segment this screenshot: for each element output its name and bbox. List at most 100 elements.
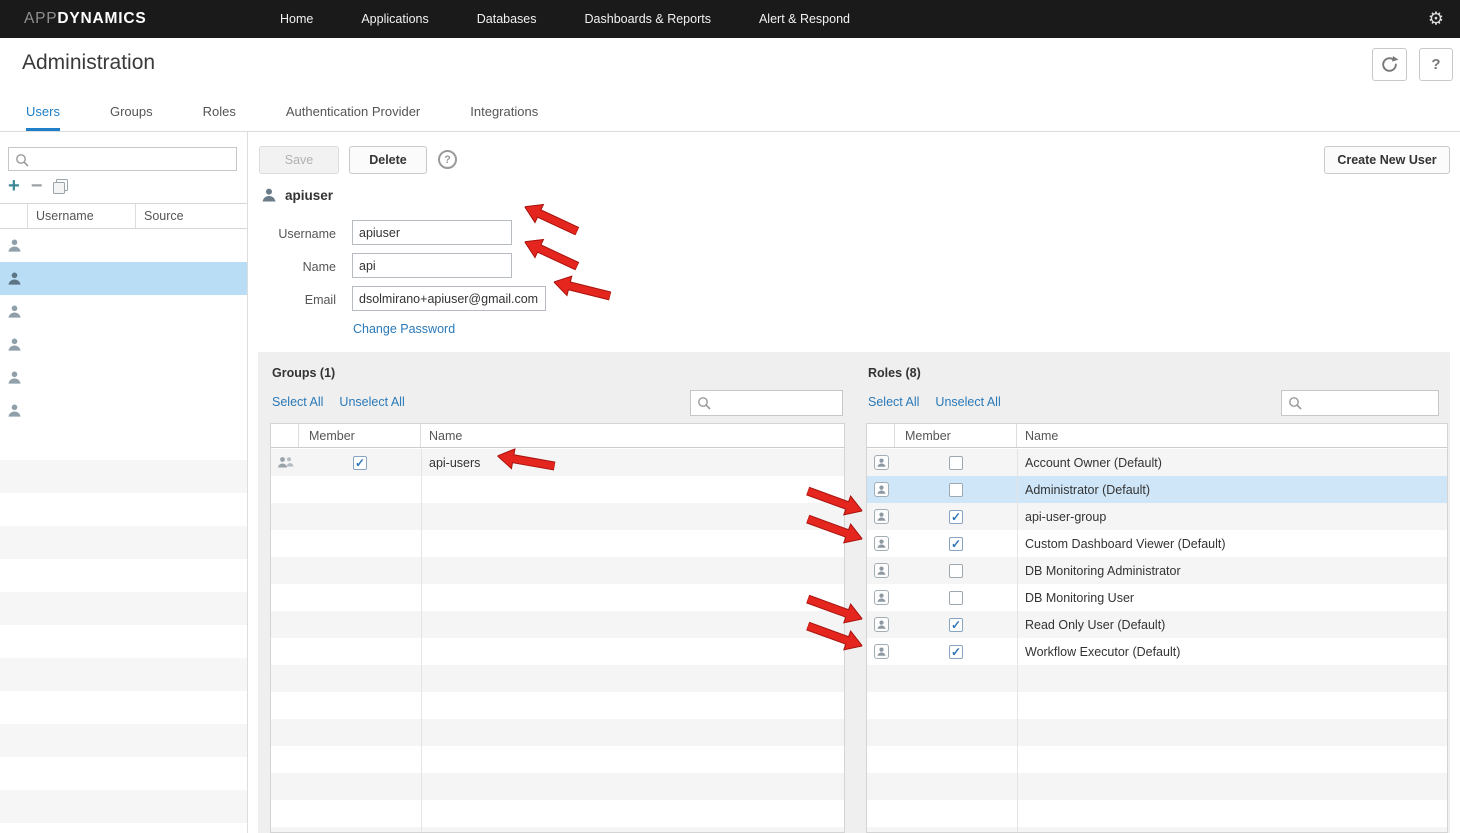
- user-search-box: [8, 147, 237, 171]
- page-title: Administration: [22, 51, 155, 75]
- save-button[interactable]: Save: [259, 146, 339, 174]
- gear-icon[interactable]: ⚙: [1428, 9, 1444, 30]
- member-checkbox[interactable]: ✓: [353, 456, 367, 470]
- row-name: api-user-group: [1017, 510, 1447, 524]
- user-icon: [0, 337, 28, 352]
- user-row[interactable]: [0, 328, 247, 361]
- change-password-link[interactable]: Change Password: [353, 322, 455, 336]
- user-list: [0, 229, 247, 833]
- tab-users[interactable]: Users: [26, 104, 60, 131]
- member-checkbox[interactable]: [949, 483, 963, 497]
- user-row[interactable]: [0, 394, 247, 427]
- icon-column-header: [867, 424, 895, 447]
- nav-applications[interactable]: Applications: [361, 12, 428, 26]
- groups-select-all-link[interactable]: Select All: [272, 395, 323, 409]
- member-checkbox[interactable]: ✓: [949, 645, 963, 659]
- member-checkbox[interactable]: [949, 456, 963, 470]
- name-input[interactable]: [352, 253, 512, 278]
- appdynamics-logo[interactable]: APPDYNAMICS: [24, 0, 147, 38]
- user-row[interactable]: [0, 229, 247, 262]
- groups-table-body: ✓api-users: [271, 449, 844, 832]
- table-row[interactable]: ✓Read Only User (Default): [867, 611, 1447, 638]
- remove-user-icon[interactable]: −: [31, 177, 43, 195]
- help-button[interactable]: ?: [1419, 48, 1453, 81]
- tab-integrations[interactable]: Integrations: [470, 104, 538, 131]
- table-row[interactable]: ✓Custom Dashboard Viewer (Default): [867, 530, 1447, 557]
- empty-user-rows: [0, 427, 247, 833]
- groups-unselect-all-link[interactable]: Unselect All: [339, 395, 404, 409]
- member-checkbox[interactable]: ✓: [949, 537, 963, 551]
- member-column-header[interactable]: Member: [895, 424, 1017, 447]
- administration-page: APPDYNAMICS Home Applications Databases …: [0, 0, 1460, 833]
- name-column-header[interactable]: Name: [1017, 429, 1447, 443]
- admin-tabs: Users Groups Roles Authentication Provid…: [0, 95, 1460, 132]
- member-checkbox[interactable]: ✓: [949, 510, 963, 524]
- groups-table: Member Name ✓api-users: [270, 423, 845, 833]
- sidebar-table-header: Username Source: [0, 203, 247, 229]
- user-detail-name: apiuser: [285, 188, 333, 203]
- table-row[interactable]: DB Monitoring User: [867, 584, 1447, 611]
- member-checkbox[interactable]: [949, 591, 963, 605]
- nav-home[interactable]: Home: [280, 12, 313, 26]
- table-row[interactable]: ✓ Workflow Executor (Default): [867, 638, 1447, 665]
- tab-groups[interactable]: Groups: [110, 104, 153, 131]
- user-icon: [0, 238, 28, 253]
- logo-prefix: APP: [24, 10, 57, 28]
- table-row[interactable]: DB Monitoring Administrator: [867, 557, 1447, 584]
- user-search-input[interactable]: [9, 148, 236, 170]
- row-name: Workflow Executor (Default): [1017, 645, 1447, 659]
- groups-panel-links: Select All Unselect All: [272, 395, 405, 409]
- email-label: Email: [241, 293, 336, 307]
- groups-search-box: [690, 390, 843, 416]
- member-checkbox[interactable]: [949, 564, 963, 578]
- row-name: DB Monitoring User: [1017, 591, 1447, 605]
- create-new-user-button[interactable]: Create New User: [1324, 146, 1450, 174]
- table-row[interactable]: ✓api-users: [271, 449, 844, 476]
- top-nav-bar: APPDYNAMICS Home Applications Databases …: [0, 0, 1460, 38]
- email-input[interactable]: [352, 286, 546, 311]
- sidebar-toolbar: + −: [8, 176, 68, 196]
- roles-panel-links: Select All Unselect All: [868, 395, 1001, 409]
- name-label: Name: [241, 260, 336, 274]
- refresh-button[interactable]: [1372, 48, 1407, 81]
- role-icon: [867, 509, 895, 524]
- source-column-header[interactable]: Source: [136, 209, 247, 223]
- table-row[interactable]: Administrator (Default): [867, 476, 1447, 503]
- user-icon: [0, 304, 28, 319]
- member-column-header[interactable]: Member: [299, 424, 421, 447]
- row-name: Account Owner (Default): [1017, 456, 1447, 470]
- row-name: DB Monitoring Administrator: [1017, 564, 1447, 578]
- nav-dashboards-reports[interactable]: Dashboards & Reports: [585, 12, 711, 26]
- roles-search-box: [1281, 390, 1439, 416]
- nav-alert-respond[interactable]: Alert & Respond: [759, 12, 850, 26]
- member-checkbox[interactable]: ✓: [949, 618, 963, 632]
- username-column-header[interactable]: Username: [28, 204, 136, 228]
- role-icon: [867, 536, 895, 551]
- roles-search-input[interactable]: [1282, 391, 1438, 415]
- table-row[interactable]: ✓ api-user-group: [867, 503, 1447, 530]
- copy-user-icon[interactable]: [53, 179, 68, 194]
- annotation-arrow-username: [520, 196, 583, 242]
- form-help-icon[interactable]: ?: [438, 150, 457, 169]
- username-input[interactable]: [352, 220, 512, 245]
- tab-roles[interactable]: Roles: [203, 104, 236, 131]
- nav-databases[interactable]: Databases: [477, 12, 537, 26]
- roles-unselect-all-link[interactable]: Unselect All: [935, 395, 1000, 409]
- tab-authentication-provider[interactable]: Authentication Provider: [286, 104, 420, 131]
- roles-table-body: Account Owner (Default) Administrator (De…: [867, 449, 1447, 832]
- user-row-selected[interactable]: [0, 262, 247, 295]
- empty-rows: [867, 665, 1447, 832]
- user-row[interactable]: [0, 361, 247, 394]
- roles-table: Member Name Account Owner (Default) Admin…: [866, 423, 1448, 833]
- groups-panel-title: Groups (1): [272, 366, 335, 380]
- table-row[interactable]: Account Owner (Default): [867, 449, 1447, 476]
- name-column-header[interactable]: Name: [421, 429, 844, 443]
- delete-button[interactable]: Delete: [349, 146, 427, 174]
- roles-select-all-link[interactable]: Select All: [868, 395, 919, 409]
- add-user-icon[interactable]: +: [8, 177, 20, 195]
- row-name: Administrator (Default): [1017, 483, 1447, 497]
- user-row[interactable]: [0, 295, 247, 328]
- users-sidebar: + − Username Source: [0, 132, 248, 833]
- groups-search-input[interactable]: [691, 391, 842, 415]
- roles-table-header: Member Name: [867, 424, 1447, 448]
